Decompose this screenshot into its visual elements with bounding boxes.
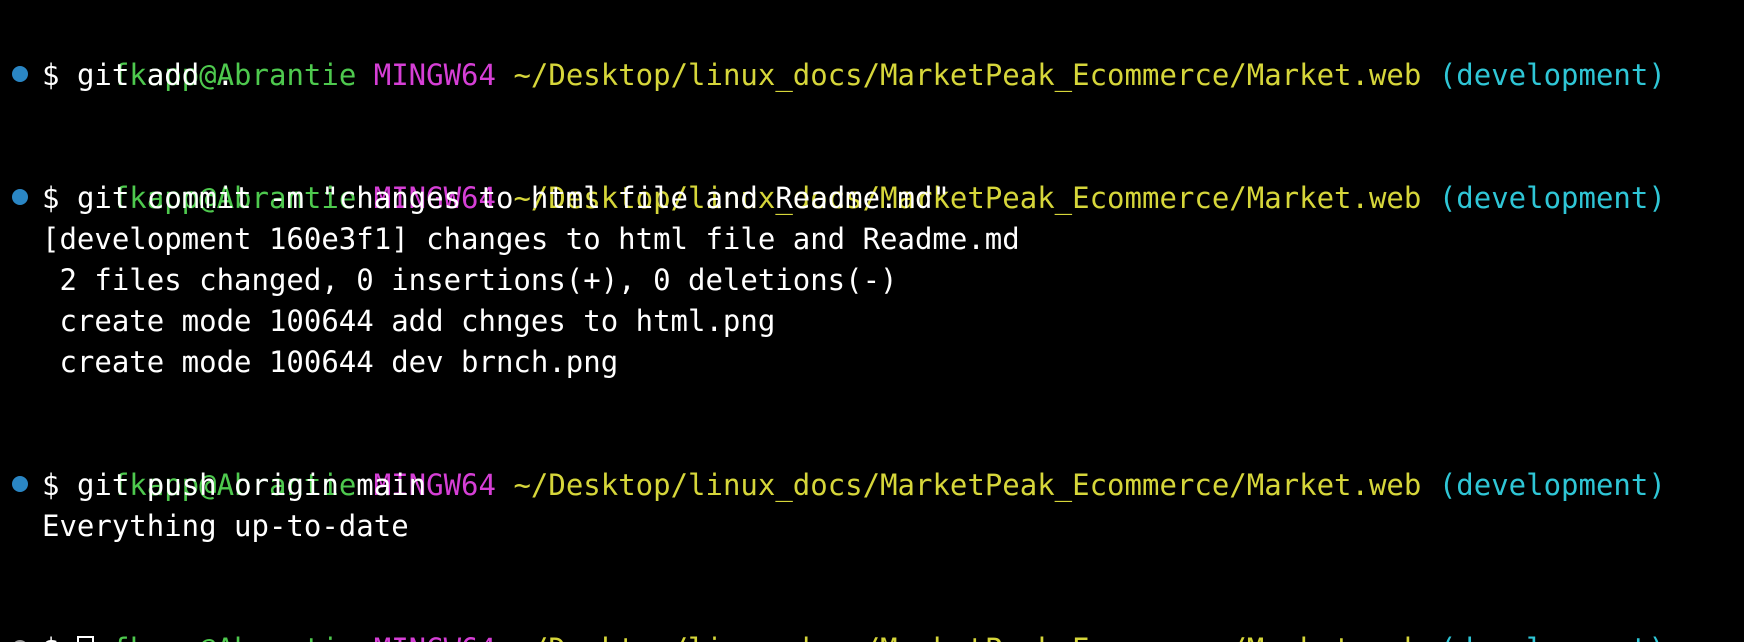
prompt-branch: (development) [1438,58,1666,92]
prompt-system: MINGW64 [373,58,496,92]
command-text: git push origin main [76,468,427,502]
prompt-branch: (development) [1438,181,1666,215]
prompt-user-host: fkapp@Abrantie [112,632,356,642]
active-command-line[interactable]: $ [42,629,94,642]
output-line: 2 files changed, 0 insertions(+), 0 dele… [42,263,898,297]
prompt-line: fkapp@Abrantie MINGW64 ~/Desktop/linux_d… [42,14,1666,92]
prompt-symbol: $ [42,58,60,92]
prompt-branch: (development) [1439,632,1666,642]
output-line: Everything up-to-date [42,509,409,543]
prompt-line: fkapp@Abrantie MINGW64 ~/Desktop/linux_d… [42,424,1666,502]
prompt-branch: (development) [1438,468,1666,502]
command-text: git add . [76,58,235,92]
terminal-window[interactable]: fkapp@Abrantie MINGW64 ~/Desktop/linux_d… [0,0,1744,642]
prompt-symbol: $ [42,181,60,215]
output-line: [development 160e3f1] changes to html fi… [42,222,1020,256]
command-status-dot-icon[interactable] [12,66,28,82]
prompt-symbol: $ [42,468,60,502]
prompt-line: fkapp@Abrantie MINGW64 ~/Desktop/linux_d… [42,137,1666,215]
prompt-symbol: $ [42,632,59,642]
output-line: create mode 100644 add chnges to html.pn… [42,304,776,338]
output-line: create mode 100644 dev brnch.png [42,345,619,379]
text-cursor [76,636,94,642]
command-text: git commit -m "changes to html file and … [76,181,950,215]
command-line: $ git add . [42,55,234,96]
prompt-path: ~/Desktop/linux_docs/MarketPeak_Ecommerc… [513,468,1422,502]
prompt-path: ~/Desktop/linux_docs/MarketPeak_Ecommerc… [513,58,1422,92]
command-line: $ git commit -m "changes to html file an… [42,178,950,219]
prompt-path: ~/Desktop/linux_docs/MarketPeak_Ecommerc… [513,632,1421,642]
prompt-system: MINGW64 [374,632,496,642]
command-status-dot-icon[interactable] [12,189,28,205]
prompt-line: fkapp@Abrantie MINGW64 ~/Desktop/linux_d… [42,588,1666,642]
command-line: $ git push origin main [42,465,426,506]
command-status-dot-icon[interactable] [12,476,28,492]
